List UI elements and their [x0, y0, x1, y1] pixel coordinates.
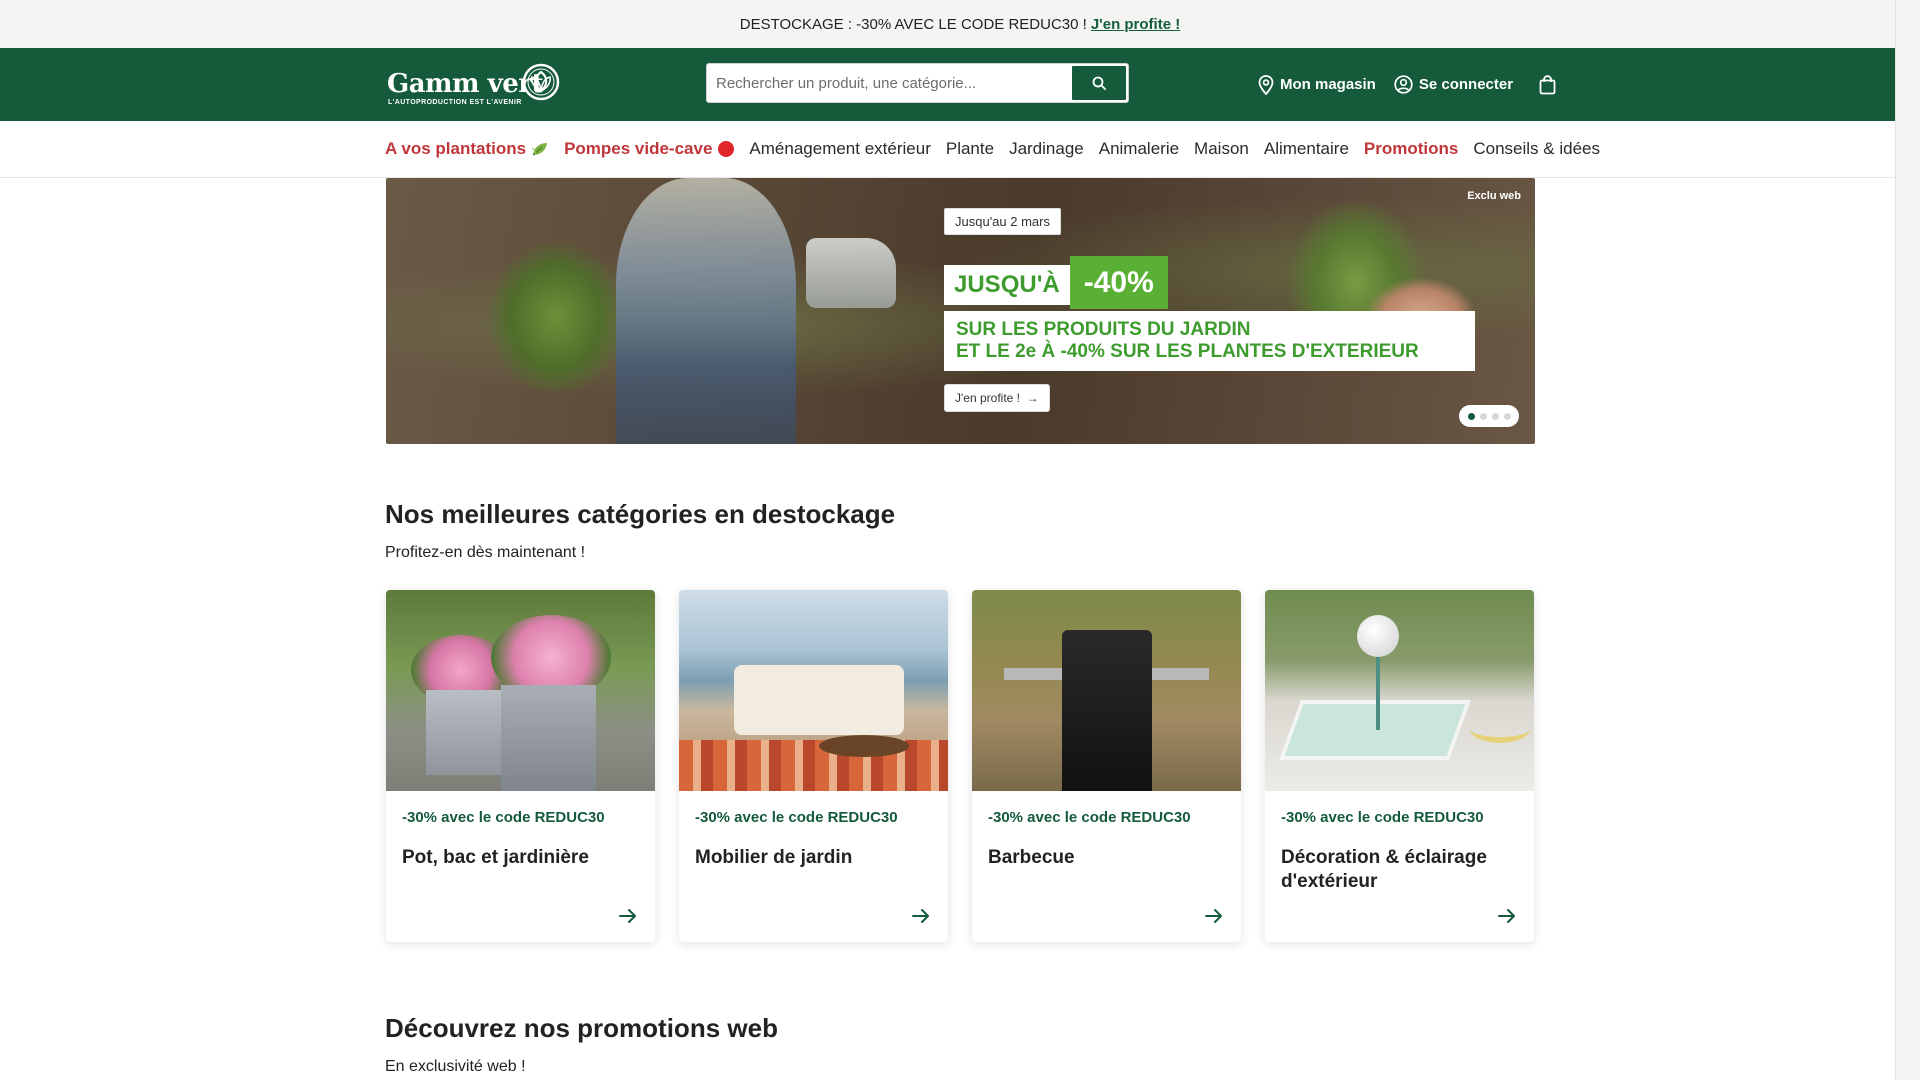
web-promos-section-title: Découvrez nos promotions web: [385, 1013, 778, 1043]
hero-headline-percent: -40%: [1069, 256, 1168, 309]
login-link[interactable]: Se connecter: [1394, 75, 1513, 94]
hero-cta-button[interactable]: J'en profite ! →: [944, 384, 1050, 412]
carousel-dot[interactable]: [1503, 412, 1511, 420]
hero-headline: JUSQU'À -40%: [944, 256, 1168, 309]
carousel-dot[interactable]: [1467, 412, 1475, 420]
arrow-right-icon: →: [1023, 391, 1039, 405]
category-image: [1265, 590, 1534, 791]
arrow-right-icon[interactable]: [912, 908, 930, 924]
hero-cta-label: J'en profite !: [955, 391, 1020, 405]
logo[interactable]: Gamm vert L'AUTOPRODUCTION EST L'AVENIR: [385, 63, 565, 109]
search-button[interactable]: [1070, 64, 1128, 102]
logo-tagline: L'AUTOPRODUCTION EST L'AVENIR: [388, 99, 522, 106]
nav-item-animalerie[interactable]: Animalerie: [1099, 139, 1179, 159]
nav-item-label: Conseils & idées: [1473, 139, 1600, 158]
main-nav: A vos plantations Pompes vide-cave Aména…: [0, 121, 1920, 178]
nav-item-conseils[interactable]: Conseils & idées: [1473, 139, 1600, 159]
user-icon: [1394, 75, 1413, 94]
site-header: Gamm vert L'AUTOPRODUCTION EST L'AVENIR …: [0, 48, 1920, 121]
nav-item-label: Maison: [1194, 139, 1249, 158]
nav-item-amenagement[interactable]: Aménagement extérieur: [749, 139, 930, 159]
hero-date-label: Jusqu'au 2 mars: [944, 208, 1061, 235]
hero-body: SUR LES PRODUITS DU JARDIN ET LE 2e À -4…: [944, 311, 1475, 371]
announcement-bar: DESTOCKAGE : -30% AVEC LE CODE REDUC30 !…: [0, 0, 1920, 48]
logo-emblem-icon: [522, 63, 560, 101]
category-card-barbecue[interactable]: -30% avec le code REDUC30 Barbecue: [972, 590, 1241, 942]
hero-body-line2: ET LE 2e À -40% SUR LES PLANTES D'EXTERI…: [956, 341, 1419, 362]
category-image: [972, 590, 1241, 791]
carousel-dot[interactable]: [1491, 412, 1499, 420]
nav-item-label: Animalerie: [1098, 139, 1180, 158]
carousel-dots: [1459, 405, 1519, 427]
logo-text: Gamm vert: [387, 69, 543, 99]
nav-item-label: Promotions: [1363, 139, 1459, 158]
cart-button[interactable]: [1539, 74, 1556, 95]
arrow-right-icon[interactable]: [1498, 908, 1516, 924]
carousel-dot[interactable]: [1479, 412, 1487, 420]
hero-headline-prefix: JUSQU'À: [944, 265, 1070, 305]
nav-item-alimentaire[interactable]: Alimentaire: [1264, 139, 1349, 159]
destockage-section-title: Nos meilleures catégories en destockage: [385, 499, 896, 529]
category-title: Pot, bac et jardinière: [402, 847, 589, 868]
nav-item-label: Pompes vide-cave: [564, 139, 713, 158]
search-icon: [1092, 76, 1106, 90]
my-store-link[interactable]: Mon magasin: [1258, 74, 1376, 95]
category-promo: -30% avec le code REDUC30: [1281, 809, 1484, 826]
category-card-mobilier[interactable]: -30% avec le code REDUC30 Mobilier de ja…: [679, 590, 948, 942]
login-label: Se connecter: [1418, 76, 1514, 93]
nav-item-label: Plante: [945, 139, 995, 158]
header-actions: Mon magasin Se connecter: [1258, 48, 1556, 121]
category-image: [386, 590, 655, 791]
category-card-decoration[interactable]: -30% avec le code REDUC30 Décoration & é…: [1265, 590, 1534, 942]
nav-item-maison[interactable]: Maison: [1194, 139, 1249, 159]
web-promos-section-subtitle: En exclusivité web !: [385, 1058, 526, 1075]
category-image: [679, 590, 948, 791]
location-pin-icon: [1258, 74, 1274, 95]
nav-item-jardinage[interactable]: Jardinage: [1009, 139, 1084, 159]
hero-body-line1: SUR LES PRODUITS DU JARDIN: [956, 319, 1251, 340]
nav-item-label: A vos plantations: [385, 139, 527, 158]
nav-item-pompes[interactable]: Pompes vide-cave: [564, 139, 735, 159]
nav-item-plantations[interactable]: A vos plantations: [385, 139, 549, 159]
category-promo: -30% avec le code REDUC30: [695, 809, 898, 826]
nav-item-promotions[interactable]: Promotions: [1364, 139, 1458, 159]
hero-banner[interactable]: Exclu web Jusqu'au 2 mars JUSQU'À -40% S…: [386, 178, 1535, 444]
category-title: Décoration & éclairage d'extérieur: [1281, 847, 1487, 892]
nav-item-label: Aménagement extérieur: [749, 139, 931, 158]
category-title: Mobilier de jardin: [695, 847, 853, 868]
announcement-link[interactable]: J'en profite !: [1091, 16, 1180, 33]
category-title: Barbecue: [988, 847, 1075, 868]
hero-photo-watering-can: [806, 238, 896, 308]
hero-exclusive-badge: Exclu web: [1467, 190, 1521, 202]
arrow-right-icon[interactable]: [1205, 908, 1223, 924]
category-promo: -30% avec le code REDUC30: [402, 809, 605, 826]
search-bar: [706, 63, 1129, 103]
announcement-text: DESTOCKAGE : -30% AVEC LE CODE REDUC30 !: [739, 15, 1087, 33]
category-promo: -30% avec le code REDUC30: [988, 809, 1191, 826]
hero-photo-gardener: [616, 178, 796, 444]
category-card-pots[interactable]: -30% avec le code REDUC30 Pot, bac et ja…: [386, 590, 655, 942]
destockage-section-subtitle: Profitez-en dès maintenant !: [385, 544, 586, 561]
nav-item-label: Jardinage: [1009, 139, 1084, 158]
nav-item-label: Alimentaire: [1263, 139, 1349, 158]
leaf-icon: [531, 143, 548, 156]
search-input[interactable]: [707, 64, 1070, 102]
hero-photo-plant: [486, 238, 626, 398]
nav-item-plante[interactable]: Plante: [946, 139, 994, 159]
red-circle-icon: [718, 141, 735, 157]
shopping-bag-icon: [1539, 74, 1556, 94]
category-cards: -30% avec le code REDUC30 Pot, bac et ja…: [386, 590, 1534, 942]
arrow-right-icon[interactable]: [619, 908, 637, 924]
my-store-label: Mon magasin: [1280, 76, 1376, 93]
